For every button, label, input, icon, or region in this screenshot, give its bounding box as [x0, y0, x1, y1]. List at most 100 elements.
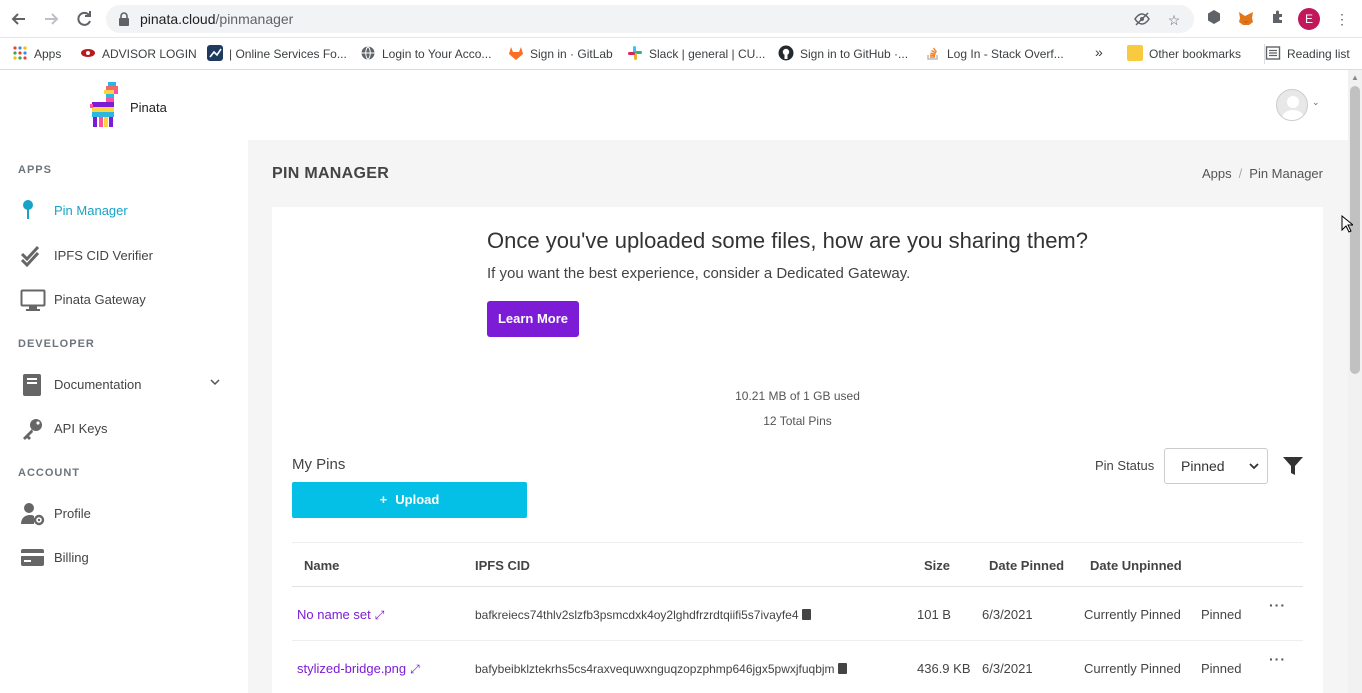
brand-name[interactable]: Pinata: [130, 100, 167, 115]
star-icon[interactable]: ☆: [1164, 10, 1184, 30]
sidebar-item-label: Documentation: [54, 377, 142, 392]
double-check-icon: [20, 244, 46, 268]
total-pins: 12 Total Pins: [763, 414, 832, 428]
chevron-down-icon[interactable]: [210, 377, 220, 390]
column-header-date-pinned[interactable]: Date Pinned: [989, 558, 1064, 573]
breadcrumb-pin-manager: Pin Manager: [1249, 166, 1323, 181]
section-title-account: ACCOUNT: [18, 467, 80, 479]
pin-status-label: Pin Status: [1095, 458, 1155, 473]
pin-icon: [20, 199, 46, 223]
mouse-cursor-icon: [1341, 214, 1355, 233]
sidebar-item-pinata-gateway[interactable]: Pinata Gateway: [0, 282, 248, 318]
page-title: PIN MANAGER: [272, 165, 390, 182]
row-menu-icon[interactable]: ···: [1269, 651, 1286, 667]
column-header-ipfs-cid[interactable]: IPFS CID: [475, 558, 530, 573]
globe-icon: [360, 45, 376, 61]
sidebar: APPS Pin Manager IPFS CID Verifier Pinat…: [0, 140, 248, 693]
pin-cid: bafkreiecs74thlv2slzfb3psmcdxk4oy2lghdfr…: [475, 608, 811, 622]
pin-date-pinned: 6/3/2021: [982, 661, 1033, 676]
folder-icon: [1127, 45, 1143, 61]
copy-icon[interactable]: [801, 609, 811, 620]
sidebar-item-pin-manager[interactable]: Pin Manager: [0, 193, 248, 229]
pinata-llama-logo[interactable]: [88, 82, 122, 128]
bookmark-gitlab[interactable]: Sign in · GitLab: [508, 44, 613, 64]
chevron-down-icon: [1249, 449, 1259, 498]
storage-usage: 10.21 MB of 1 GB used: [735, 389, 860, 403]
address-bar[interactable]: pinata.cloud/pinmanager ☆: [106, 5, 1194, 33]
sidebar-item-api-keys[interactable]: API Keys: [0, 411, 248, 447]
bookmark-other[interactable]: Other bookmarks: [1127, 44, 1241, 64]
sidebar-item-profile[interactable]: Profile: [0, 496, 248, 532]
bookmark-slack[interactable]: Slack | general | CU...: [627, 44, 765, 64]
promo-title: Once you've uploaded some files, how are…: [487, 228, 1088, 253]
pin-date-pinned: 6/3/2021: [982, 607, 1033, 622]
table-row: stylized-bridge.png ⤢ bafybeibklztekrhs5c…: [292, 641, 1303, 693]
main-content: PIN MANAGER Apps / Pin Manager Once you've…: [248, 140, 1348, 693]
slack-icon: [627, 45, 643, 61]
bookmark-stackoverflow[interactable]: Log In - Stack Overf...: [925, 44, 1064, 64]
chevron-down-icon[interactable]: ⌄: [1312, 97, 1320, 108]
bookmark-apps[interactable]: Apps: [12, 44, 61, 64]
kebab-menu-icon[interactable]: ⋮: [1332, 9, 1352, 29]
eye-slash-icon[interactable]: [1132, 10, 1152, 30]
cube-extension-icon[interactable]: [1204, 9, 1224, 29]
column-header-date-unpinned[interactable]: Date Unpinned: [1090, 558, 1182, 573]
expand-icon[interactable]: ⤢: [375, 608, 385, 623]
puzzle-extensions-icon[interactable]: [1268, 9, 1288, 29]
learn-more-button[interactable]: Learn More: [487, 301, 579, 337]
browser-profile-avatar[interactable]: E: [1298, 8, 1320, 30]
section-title-developer: DEVELOPER: [18, 338, 95, 350]
sidebar-item-ipfs-cid-verifier[interactable]: IPFS CID Verifier: [0, 238, 248, 274]
pin-name-link[interactable]: No name set ⤢: [297, 607, 384, 623]
section-title-apps: APPS: [18, 164, 52, 176]
scroll-up-arrow-icon[interactable]: ▲: [1351, 73, 1359, 82]
column-header-name[interactable]: Name: [304, 558, 339, 573]
breadcrumb-apps[interactable]: Apps: [1202, 166, 1232, 181]
back-arrow-icon[interactable]: [8, 8, 30, 30]
pin-name-link[interactable]: stylized-bridge.png ⤢: [297, 661, 420, 677]
sidebar-item-label: Pinata Gateway: [54, 292, 146, 307]
pin-status: Pinned: [1201, 661, 1242, 676]
row-menu-icon[interactable]: ···: [1269, 597, 1286, 613]
filter-icon[interactable]: [1282, 455, 1304, 477]
forward-arrow-icon[interactable]: [40, 8, 62, 30]
reading-list-icon: [1265, 45, 1281, 61]
bookmark-online-services[interactable]: | Online Services Fo...: [207, 44, 347, 64]
copy-icon[interactable]: [837, 663, 847, 674]
sidebar-item-billing[interactable]: Billing: [0, 540, 248, 576]
reload-icon[interactable]: [73, 8, 95, 30]
user-gear-icon: [20, 502, 46, 526]
sidebar-item-label: Pin Manager: [54, 203, 128, 218]
breadcrumb: Apps / Pin Manager: [1202, 166, 1323, 181]
bookmarks-bar: Apps ADVISOR LOGIN | Online Services Fo.…: [0, 38, 1362, 70]
pin-status-select[interactable]: Pinned: [1164, 448, 1268, 484]
breadcrumb-separator: /: [1238, 166, 1243, 181]
book-icon: [20, 373, 46, 397]
pin-manager-card: Once you've uploaded some files, how are…: [272, 207, 1323, 693]
pin-date-unpinned: Currently Pinned: [1084, 607, 1181, 622]
bookmark-github[interactable]: Sign in to GitHub ·...: [778, 44, 908, 64]
column-header-size[interactable]: Size: [924, 558, 950, 573]
expand-icon[interactable]: ⤢: [410, 662, 420, 677]
gitlab-icon: [508, 45, 524, 61]
pin-cid: bafybeibklztekrhs5cs4raxvequwxnguqzopzph…: [475, 662, 847, 676]
browser-toolbar: pinata.cloud/pinmanager ☆ E ⋮: [0, 0, 1362, 38]
github-icon: [778, 45, 794, 61]
bookmark-login-account[interactable]: Login to Your Acco...: [360, 44, 491, 64]
sidebar-item-label: Profile: [54, 506, 91, 521]
sidebar-item-label: API Keys: [54, 421, 108, 436]
bookmark-advisor-login[interactable]: ADVISOR LOGIN: [80, 44, 197, 64]
table-row: No name set ⤢ bafkreiecs74thlv2slzfb3psmc…: [292, 587, 1303, 641]
more-bookmarks-chevron-icon[interactable]: »: [1095, 42, 1103, 62]
upload-button[interactable]: + Upload: [292, 482, 527, 518]
chart-icon: [207, 45, 223, 61]
reading-list[interactable]: Reading list: [1264, 44, 1350, 64]
sidebar-item-documentation[interactable]: Documentation: [0, 367, 248, 403]
credit-card-icon: [20, 546, 46, 570]
user-avatar[interactable]: [1276, 89, 1308, 121]
pin-date-unpinned: Currently Pinned: [1084, 661, 1181, 676]
pin-size: 436.9 KB: [917, 661, 971, 676]
eye-icon: [80, 45, 96, 61]
page-scrollbar[interactable]: ▲: [1348, 70, 1362, 693]
metamask-fox-icon[interactable]: [1236, 9, 1256, 29]
